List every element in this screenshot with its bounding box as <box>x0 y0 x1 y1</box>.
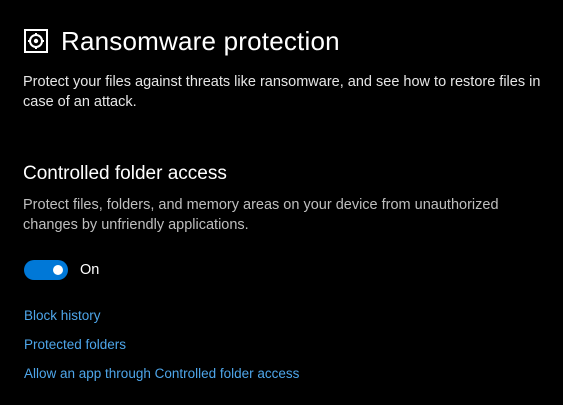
toggle-state-label: On <box>80 262 100 278</box>
section-description: Protect files, folders, and memory areas… <box>23 197 499 233</box>
page-description: Protect your files against threats like … <box>23 74 541 110</box>
controlled-folder-access-toggle-row: On <box>24 260 99 280</box>
section-title-controlled-folder-access: Controlled folder access <box>23 163 227 184</box>
block-history-link[interactable]: Block history <box>24 308 101 323</box>
ransomware-shield-icon <box>23 28 49 54</box>
allow-app-link[interactable]: Allow an app through Controlled folder a… <box>24 366 299 381</box>
controlled-folder-access-toggle[interactable] <box>24 260 68 280</box>
page-title: Ransomware protection <box>61 26 340 56</box>
protected-folders-link[interactable]: Protected folders <box>24 337 126 352</box>
page-header: Ransomware protection <box>23 26 340 56</box>
toggle-knob <box>53 265 63 275</box>
